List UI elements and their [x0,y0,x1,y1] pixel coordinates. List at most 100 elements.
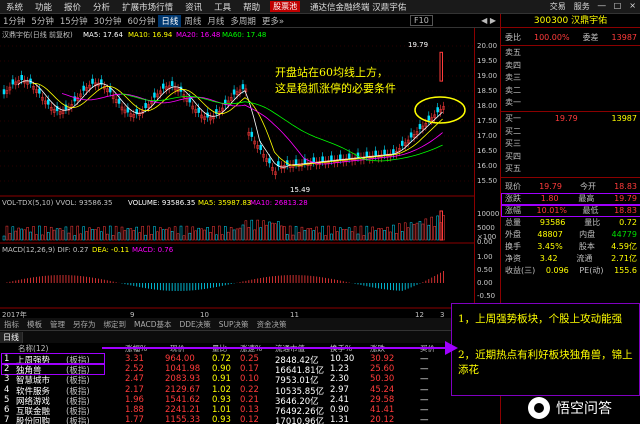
maximize-icon[interactable]: □ [614,1,622,12]
period-1min[interactable]: 1分钟 [0,15,28,27]
period-60min[interactable]: 60分钟 [125,15,159,27]
indicator-tab[interactable]: 资金决策 [253,319,291,330]
menu-item-quote[interactable]: 报价 [58,1,87,13]
volume-bar [194,230,197,241]
period-more[interactable]: 更多» [259,15,287,27]
volume-bar [218,225,221,241]
period-weekly[interactable]: 周线 [181,15,204,27]
tab-daily[interactable]: 日线 [0,331,23,343]
service-link[interactable]: 服务 [574,1,590,12]
volume-bar [173,226,177,241]
ask-row[interactable]: 卖三 [505,72,637,83]
candle-body [418,124,422,130]
period-15min[interactable]: 15分钟 [57,15,91,27]
volume-bar [179,225,183,241]
table-cell: 41.41 [370,405,395,415]
indicator-tab[interactable]: SUP决策 [215,319,253,330]
volume-bar [238,227,242,241]
period-daily[interactable]: 日线 [158,14,182,27]
highlight-ellipse [414,96,466,124]
volume-bar [374,230,377,241]
volume-bar [215,234,218,241]
indicator-tab[interactable]: 绑定到 [100,319,131,330]
bid-row[interactable]: 买四 [505,151,637,162]
volume-bar [244,220,248,241]
volume-bar [315,226,318,241]
table-cell: 1155.33 [165,415,201,424]
indicator-tab[interactable]: DDE决策 [175,319,214,330]
period-monthly[interactable]: 月线 [204,15,227,27]
table-cell: 0.13 [240,405,259,415]
candle-body [91,78,94,84]
close-icon[interactable]: × [629,1,636,12]
table-cell: 1.31 [330,415,349,424]
date-label: 3 [440,311,444,318]
candle-body [374,150,377,156]
trade-link[interactable]: 交易 [550,1,566,12]
table-cell: — [420,364,429,375]
bid-row[interactable]: 买二 [505,126,637,137]
volume-bar [79,233,82,241]
table-cell: 0.91 [212,374,231,385]
bid-row[interactable]: 买一 19.79 13987 [505,113,637,124]
ask-row[interactable]: 卖四 [505,60,637,71]
analysis-note-point-2: 2，近期热点有利好板块独角兽，锦上添花 [458,349,633,376]
ask-row[interactable]: 卖二 [505,85,637,96]
volume-bar [283,226,286,241]
table-cell: 3 [4,374,10,385]
menu-item-news[interactable]: 资讯 [179,1,208,13]
menu-item-system[interactable]: 系统 [0,1,29,13]
volume-bar [67,232,71,241]
menu-item-help[interactable]: 帮助 [237,1,266,13]
ask-row[interactable]: 卖五 [505,47,637,58]
volume-bar [398,223,401,241]
volume-bar [203,229,206,241]
menu-item-ext-market[interactable]: 扩展市场行情 [116,1,179,13]
menu-item-tools[interactable]: 工具 [208,1,237,13]
date-label: 11 [290,311,299,318]
date-label: 9 [130,311,134,318]
table-row[interactable]: 7 股份回购 (板指) 1.77 1155.33 0.93 0.12 17010.96亿 1.3… [0,415,474,424]
volume-bar [26,227,29,241]
period-30min[interactable]: 30分钟 [91,15,125,27]
volume-bar [288,225,292,241]
watermark-text: 悟空问答 [556,401,612,417]
price-tick: 17.50 [477,117,498,125]
volume-bar [135,226,138,241]
indicator-tab[interactable]: 模板 [23,319,46,330]
indicator-tab[interactable]: 另存为 [69,319,100,330]
stock-header[interactable]: 300300 汉鼎宇佑 [501,14,640,28]
volume-bar [271,222,274,241]
ask-row[interactable]: 卖一 [505,97,637,108]
period-5min[interactable]: 5分钟 [28,15,56,27]
minimize-icon[interactable]: ― [598,1,606,12]
price-tick: 15.50 [477,177,498,185]
bid-row[interactable]: 买五 [505,163,637,174]
candle-body [339,154,342,160]
bid-row[interactable]: 买三 [505,138,637,149]
stock-pool-badge[interactable]: 股票池 [270,1,301,12]
volume-bar [167,227,171,241]
period-multi[interactable]: 多周期 [227,15,259,27]
app-title: 通达信金融终端 汉鼎宇佑 [310,2,407,13]
volume-bar [64,226,68,241]
volume-bar [212,226,215,241]
table-cell: 6 [4,405,10,415]
commission-row: 委比 100.00% 委差 13987 [505,33,637,42]
indicator-tab[interactable]: MACD基本 [130,319,175,330]
menu-item-function[interactable]: 功能 [29,1,58,13]
nav-arrows[interactable]: ◀ ▶ [481,16,496,25]
price-tick: 16.50 [477,147,498,155]
f10-button[interactable]: F10 [410,15,433,26]
table-cell: 29.58 [370,394,395,405]
volume-bar [324,235,327,241]
volume-bar [421,223,425,241]
table-cell: 2.97 [330,384,349,395]
menu-item-analysis[interactable]: 分析 [87,1,116,13]
stat-row: 净资 3.42 流通 2.71亿 [505,254,637,263]
volume-bar [76,225,79,241]
volume-bar [297,232,301,241]
indicator-tab[interactable]: 指标 [0,319,23,330]
kline-chart[interactable]: 汉鼎宇佑(日线 前复权) MA5: 17.64 MA10: 16.94 MA20… [0,28,474,318]
indicator-tab[interactable]: 管理 [46,319,69,330]
